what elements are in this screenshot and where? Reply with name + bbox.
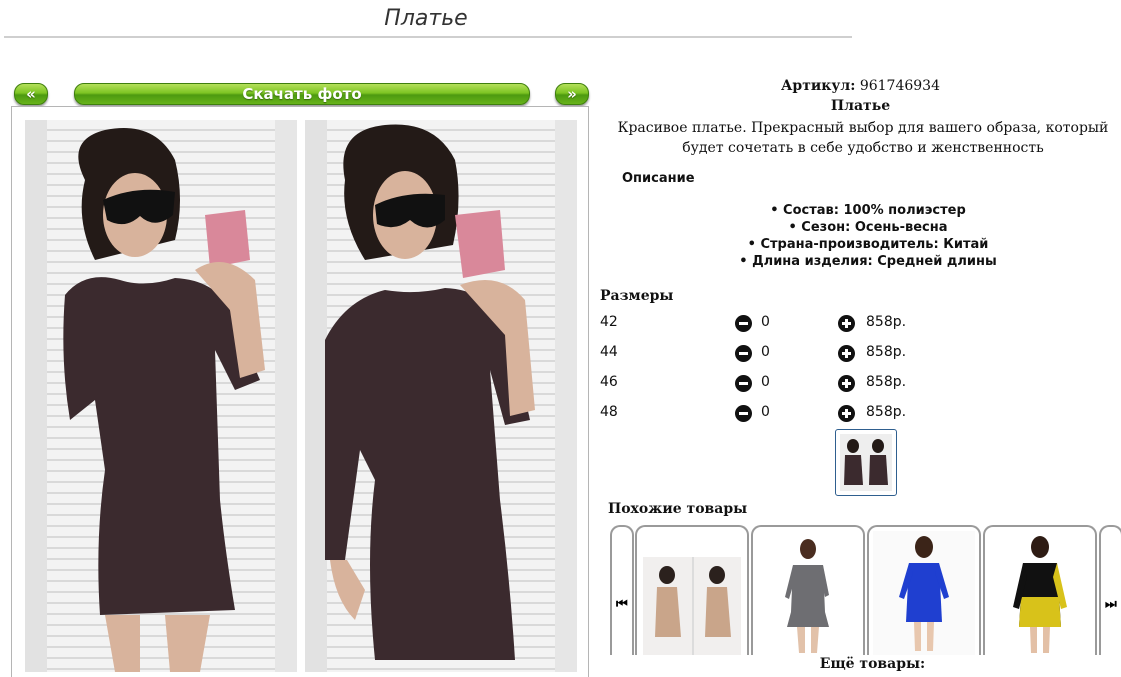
- similar-product-card[interactable]: [867, 525, 981, 655]
- carousel-next-button[interactable]: ⏭: [1099, 525, 1121, 655]
- download-photo-button[interactable]: Скачать фото: [74, 83, 530, 105]
- plus-icon[interactable]: [838, 375, 855, 392]
- size-value: 42: [600, 314, 618, 330]
- title-divider: [4, 36, 852, 38]
- size-row: 46 0 858р.: [600, 374, 1121, 394]
- minus-icon[interactable]: [735, 345, 752, 362]
- price-value: 858р.: [866, 404, 907, 420]
- similar-products-heading: Похожие товары: [608, 501, 748, 517]
- prev-photo-button[interactable]: «: [14, 83, 48, 105]
- plus-icon[interactable]: [838, 345, 855, 362]
- quantity-value: 0: [761, 314, 770, 330]
- article-number: 961746934: [859, 78, 940, 94]
- product-thumbnail[interactable]: [835, 429, 897, 496]
- plus-icon[interactable]: [838, 315, 855, 332]
- size-row: 44 0 858р.: [600, 344, 1121, 364]
- article-label: Артикул:: [781, 78, 856, 94]
- minus-icon[interactable]: [735, 405, 752, 422]
- article-line: Артикул: 961746934: [600, 78, 1121, 94]
- skip-forward-icon: ⏭: [1105, 597, 1117, 612]
- spec-item: Сезон: Осень-весна: [600, 219, 1121, 236]
- quantity-value: 0: [761, 404, 770, 420]
- similar-product-card[interactable]: [983, 525, 1097, 655]
- spec-item: Состав: 100% полиэстер: [600, 202, 1121, 219]
- minus-icon[interactable]: [735, 375, 752, 392]
- spec-item: Страна-производитель: Китай: [600, 236, 1121, 253]
- product-photo-right: [305, 120, 577, 672]
- minus-icon[interactable]: [735, 315, 752, 332]
- plus-icon[interactable]: [838, 405, 855, 422]
- product-photo-left: [25, 120, 297, 672]
- size-value: 46: [600, 374, 618, 390]
- similar-product-card[interactable]: [635, 525, 749, 655]
- product-photo-frame: [11, 106, 589, 677]
- spec-list: Состав: 100% полиэстер Сезон: Осень-весн…: [600, 202, 1121, 270]
- more-products-label: Ещё товары:: [819, 656, 926, 672]
- page-title: Платье: [384, 6, 468, 31]
- sizes-heading: Размеры: [600, 288, 674, 304]
- product-name: Платье: [830, 98, 891, 114]
- price-value: 858р.: [866, 374, 907, 390]
- size-value: 44: [600, 344, 618, 360]
- size-row: 48 0 858р.: [600, 404, 1121, 424]
- price-value: 858р.: [866, 344, 907, 360]
- product-description: Красивое платье. Прекрасный выбор для ва…: [617, 120, 1109, 156]
- carousel-prev-button[interactable]: ⏮: [610, 525, 634, 655]
- size-row: 42 0 858р.: [600, 314, 1121, 334]
- size-value: 48: [600, 404, 618, 420]
- price-value: 858р.: [866, 314, 907, 330]
- similar-product-card[interactable]: [751, 525, 865, 655]
- next-photo-button[interactable]: »: [555, 83, 589, 105]
- quantity-value: 0: [761, 374, 770, 390]
- spec-item: Длина изделия: Средней длины: [600, 253, 1121, 270]
- quantity-value: 0: [761, 344, 770, 360]
- skip-back-icon: ⏮: [616, 597, 628, 612]
- description-heading: Описание: [622, 171, 695, 186]
